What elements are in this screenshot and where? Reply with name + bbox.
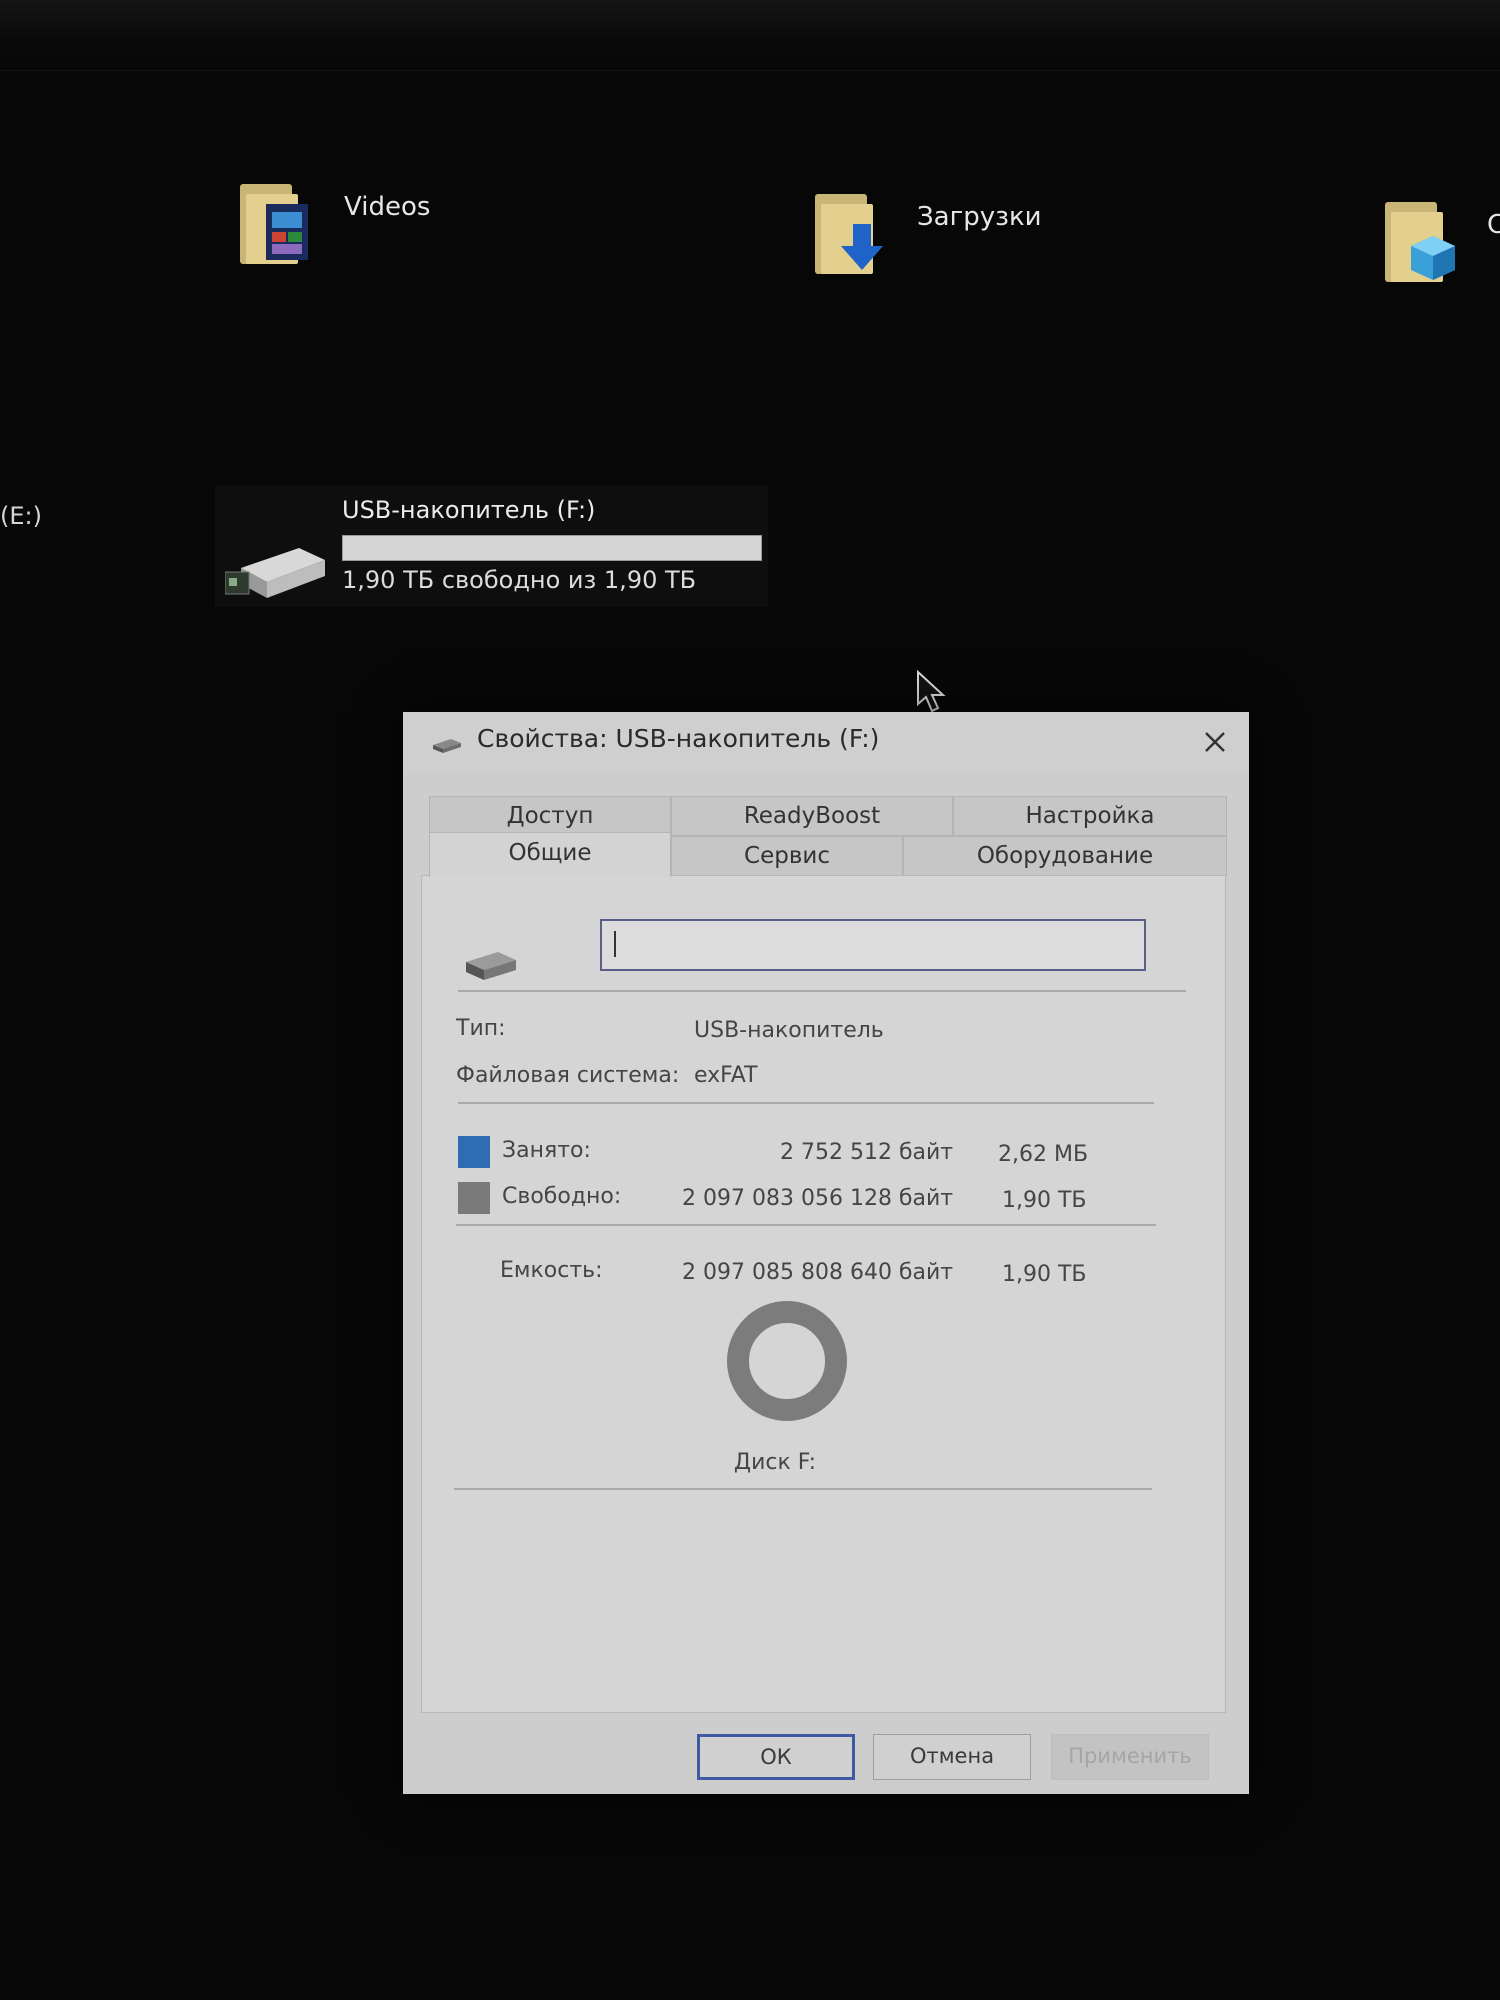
- tab-hardware[interactable]: Оборудование: [903, 836, 1227, 876]
- tab-access[interactable]: Доступ: [429, 796, 671, 836]
- separator: [458, 1102, 1154, 1104]
- videos-folder-icon: [240, 184, 308, 264]
- folder-label-downloads: Загрузки: [917, 202, 1042, 232]
- mouse-cursor-icon: [917, 670, 946, 713]
- free-bytes: 2 097 083 056 128 байт: [682, 1186, 954, 1211]
- separator: [458, 990, 1186, 992]
- usb-drive-icon: [225, 548, 325, 598]
- filesystem-label: Файловая система:: [456, 1063, 680, 1088]
- properties-dialog: Свойства: USB-накопитель (F:) Доступ Rea…: [403, 712, 1249, 1794]
- type-label: Тип:: [456, 1016, 506, 1041]
- used-bytes: 2 752 512 байт: [780, 1140, 954, 1165]
- dialog-title: Свойства: USB-накопитель (F:): [477, 724, 880, 753]
- free-size: 1,90 ТБ: [1002, 1188, 1087, 1213]
- usb-drive-large-icon: [466, 952, 516, 980]
- separator: [456, 1224, 1156, 1226]
- type-value: USB-накопитель: [694, 1018, 884, 1043]
- usb-drive-title-icon: [433, 739, 461, 753]
- tab-readyboost[interactable]: ReadyBoost: [671, 796, 953, 836]
- drive-e-label[interactable]: (E:): [0, 502, 42, 530]
- drive-f-usage-bar: [342, 535, 762, 561]
- drive-f-name: USB-накопитель (F:): [342, 496, 596, 524]
- used-color-swatch: [458, 1136, 490, 1168]
- capacity-bytes: 2 097 085 808 640 байт: [682, 1260, 954, 1285]
- filesystem-value: exFAT: [694, 1063, 758, 1088]
- disk-label: Диск F:: [733, 1450, 817, 1475]
- tab-tools[interactable]: Сервис: [671, 836, 903, 876]
- tab-general[interactable]: Общие: [429, 832, 671, 877]
- capacity-label: Емкость:: [500, 1258, 603, 1283]
- text-caret: [614, 931, 616, 957]
- free-color-swatch: [458, 1182, 490, 1214]
- apply-button[interactable]: Применить: [1051, 1734, 1209, 1780]
- tab-settings[interactable]: Настройка: [953, 796, 1227, 836]
- folder-label-videos: Videos: [344, 192, 431, 222]
- used-size: 2,62 МБ: [998, 1142, 1089, 1167]
- folder-videos[interactable]: Videos: [240, 180, 460, 280]
- disk-usage-donut: [727, 1301, 847, 1421]
- general-panel: Тип: USB-накопитель Файловая система: ex…: [421, 875, 1226, 1713]
- folder-label-3d-objects: С: [1487, 210, 1500, 240]
- ok-button[interactable]: ОК: [697, 1734, 855, 1780]
- folder-3d-objects[interactable]: С: [1385, 198, 1500, 298]
- separator: [454, 1488, 1152, 1490]
- free-label: Свободно:: [502, 1184, 622, 1209]
- folder-downloads[interactable]: Загрузки: [815, 190, 1055, 290]
- screen-top-edge: [0, 0, 1500, 71]
- used-label: Занято:: [502, 1138, 591, 1163]
- dialog-title-bar[interactable]: Свойства: USB-накопитель (F:): [403, 712, 1249, 774]
- volume-name-input[interactable]: [600, 919, 1146, 971]
- cancel-button[interactable]: Отмена: [873, 1734, 1031, 1780]
- 3d-objects-folder-icon: [1385, 202, 1455, 282]
- downloads-folder-icon: [815, 194, 883, 274]
- drive-f-free-text: 1,90 ТБ свободно из 1,90 ТБ: [342, 566, 697, 594]
- capacity-size: 1,90 ТБ: [1002, 1262, 1087, 1287]
- close-icon[interactable]: [1197, 724, 1233, 760]
